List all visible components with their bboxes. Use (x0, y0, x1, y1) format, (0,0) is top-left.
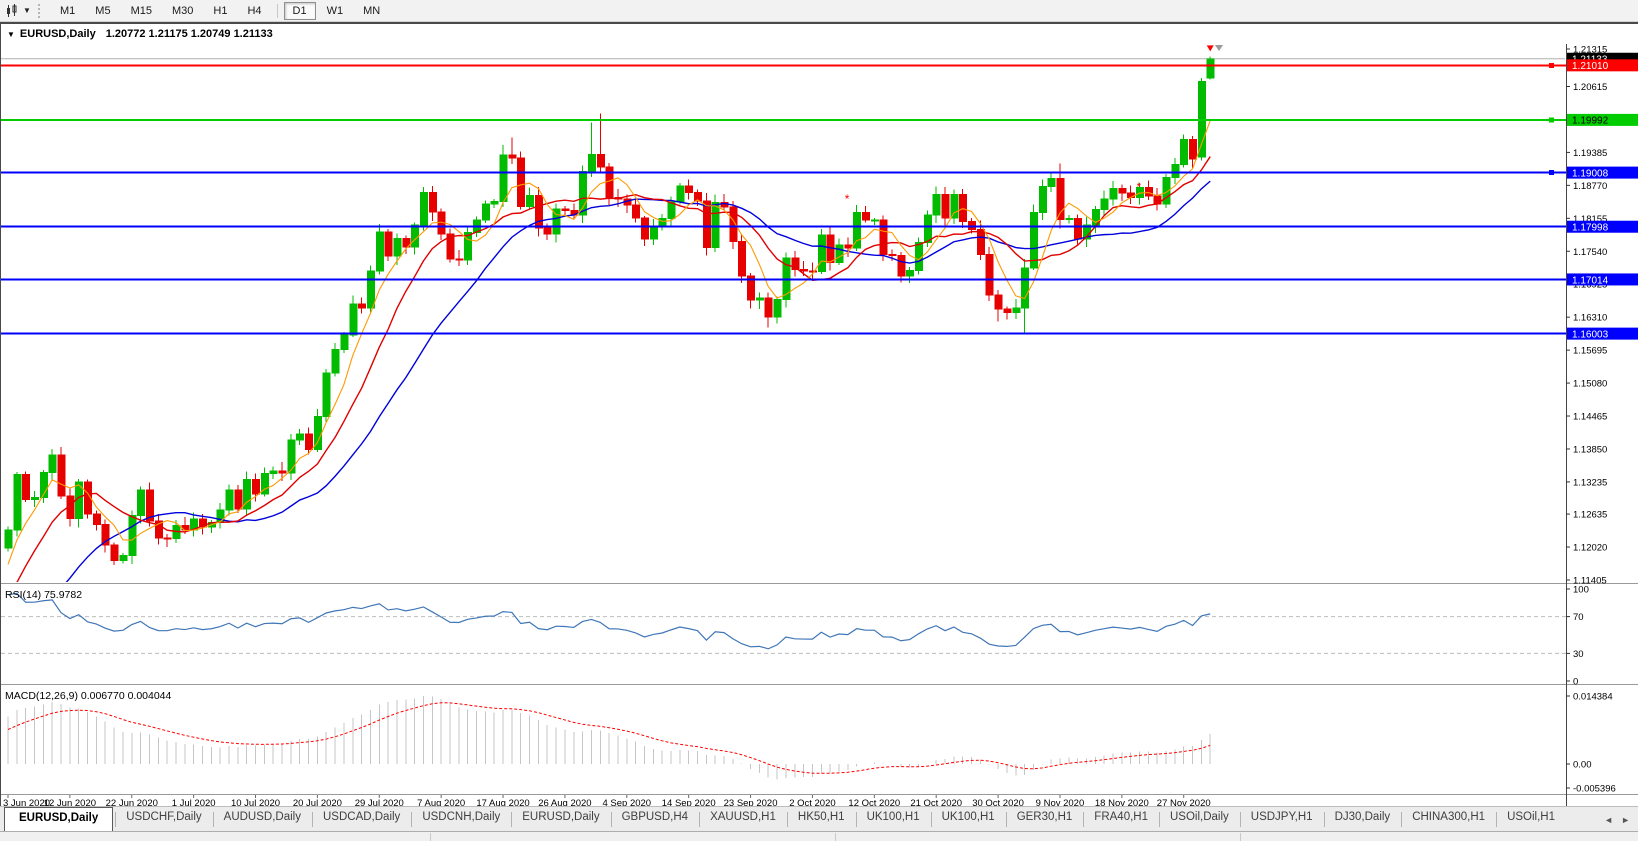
timeframe-button-m15[interactable]: M15 (122, 2, 161, 20)
tab-gbpusd-h4[interactable]: GBPUSD,H4 (611, 807, 699, 832)
price-tick-label: 1.12020 (1573, 543, 1607, 554)
macd-scale-label: 0.00 (1573, 760, 1592, 771)
timeframe-button-w1[interactable]: W1 (318, 2, 353, 20)
rsi-scale-label: 70 (1573, 612, 1584, 623)
slow-ma-line (8, 181, 1210, 669)
timeframe-button-m1[interactable]: M1 (51, 2, 84, 20)
toolbar-grip-handle[interactable] (38, 4, 45, 18)
price-tick-label: 1.18770 (1573, 181, 1607, 192)
timeframe-button-mn[interactable]: MN (354, 2, 389, 20)
macd-scale-label: -0.005396 (1573, 784, 1616, 795)
price-tick-label: 1.17540 (1573, 247, 1607, 258)
tab-fra40-h1[interactable]: FRA40,H1 (1083, 807, 1159, 832)
rsi-label: RSI(14) 75.9782 (5, 589, 82, 601)
macd-histogram (8, 696, 1210, 780)
tab-hk50-h1[interactable]: HK50,H1 (787, 807, 856, 832)
price-tick-label: 1.13850 (1573, 444, 1607, 455)
price-tick-label: 1.13235 (1573, 477, 1607, 488)
mid-ma-line (8, 157, 1210, 604)
price-tick-label: 1.15080 (1573, 379, 1607, 390)
timeframe-bar: M1M5M15M30H1H4 D1W1MN (50, 2, 390, 20)
chart-window: ▼ EURUSD,Daily 1.20772 1.21175 1.20749 1… (0, 22, 1638, 808)
tab-usdjpy-h1[interactable]: USDJPY,H1 (1240, 807, 1324, 832)
tab-usdchf-daily[interactable]: USDCHF,Daily (115, 807, 212, 832)
tool-dropdown-caret-icon[interactable]: ▼ (21, 6, 33, 15)
tab-usoil-daily[interactable]: USOil,Daily (1159, 807, 1240, 832)
level-price-label: 1.17014 (1572, 275, 1609, 286)
timeframe-group-separator (277, 4, 278, 18)
level-price-label: 1.19008 (1572, 168, 1609, 179)
rsi-pane: RSI(14) 75.9782 (1, 589, 1566, 653)
price-tick-label: 1.20615 (1573, 82, 1607, 93)
chart-cursor-tool-icon[interactable] (3, 3, 21, 19)
star-marker-icon: * (845, 192, 850, 206)
rsi-scale-label: 30 (1573, 649, 1584, 660)
star-marker-icon: * (1137, 180, 1142, 194)
price-tick-label: 1.19385 (1573, 148, 1607, 159)
price-tick-label: 1.12635 (1573, 510, 1607, 521)
chart-title-row: ▼ EURUSD,Daily 1.20772 1.21175 1.20749 1… (1, 25, 273, 43)
level-price-label: 1.21010 (1572, 61, 1609, 72)
tab-usoil-h1[interactable]: USOil,H1 (1496, 807, 1566, 832)
timeframe-button-h4[interactable]: H4 (238, 2, 270, 20)
tab-ger30-h1[interactable]: GER30,H1 (1006, 807, 1084, 832)
rsi-scale-label: 100 (1573, 585, 1589, 596)
level-price-label: 1.17998 (1572, 223, 1609, 234)
timeframe-button-h1[interactable]: H1 (204, 2, 236, 20)
tab-uk100-h1[interactable]: UK100,H1 (931, 807, 1006, 832)
tab-scroll-left-icon[interactable]: ◄ (1600, 815, 1617, 825)
main-price-pane (1, 57, 1566, 669)
tab-xauusd-h1[interactable]: XAUUSD,H1 (699, 807, 787, 832)
chart-menu-caret-icon[interactable]: ▼ (7, 30, 15, 39)
chart-shift-marker-icon[interactable] (1215, 45, 1223, 51)
price-tick-label: 1.15695 (1573, 346, 1607, 357)
chart-title-symbol: EURUSD,Daily (20, 28, 96, 40)
signal-markers: ** (845, 45, 1214, 205)
tab-scroll-right-icon[interactable]: ► (1617, 815, 1634, 825)
tab-usdcad-daily[interactable]: USDCAD,Daily (312, 807, 411, 832)
price-axis[interactable]: 1.213151.206151.193851.187701.181551.175… (1566, 44, 1638, 808)
timeframe-button-m30[interactable]: M30 (163, 2, 202, 20)
tab-usdcnh-daily[interactable]: USDCNH,Daily (411, 807, 511, 832)
chart-canvas[interactable]: **RSI(14) 75.9782MACD(12,26,9) 0.006770 … (1, 24, 1638, 808)
rsi-line (8, 593, 1210, 648)
sell-arrow-icon (1207, 45, 1214, 51)
rsi-scale-label: 0 (1573, 677, 1578, 688)
macd-scale-label: 0.014384 (1573, 692, 1613, 703)
candles-layer (5, 57, 1214, 566)
tab-china300-h1[interactable]: CHINA300,H1 (1401, 807, 1496, 832)
price-tick-label: 1.14465 (1573, 412, 1607, 423)
symbol-tab-bar: EURUSD,DailyUSDCHF,DailyAUDUSD,DailyUSDC… (0, 806, 1638, 832)
level-price-label: 1.19992 (1572, 116, 1609, 127)
macd-pane (8, 696, 1210, 780)
timeframe-button-d1[interactable]: D1 (284, 2, 316, 20)
tab-eurusd-daily[interactable]: EURUSD,Daily (511, 807, 610, 832)
tab-uk100-h1[interactable]: UK100,H1 (856, 807, 931, 832)
chart-title-ohlc: 1.20772 1.21175 1.20749 1.21133 (106, 28, 273, 40)
tab-eurusd-daily[interactable]: EURUSD,Daily (4, 807, 113, 832)
macd-label: MACD(12,26,9) 0.006770 0.004044 (5, 690, 172, 702)
tab-dj30-daily[interactable]: DJ30,Daily (1324, 807, 1402, 832)
timeframe-button-m5[interactable]: M5 (86, 2, 119, 20)
tab-audusd-daily[interactable]: AUDUSD,Daily (213, 807, 312, 832)
tab-scroll-arrows: ◄► (1600, 807, 1638, 832)
top-toolbar: ▼ M1M5M15M30H1H4 D1W1MN (0, 0, 1638, 22)
level-price-label: 1.16003 (1572, 329, 1609, 340)
price-tick-label: 1.16310 (1573, 313, 1607, 324)
